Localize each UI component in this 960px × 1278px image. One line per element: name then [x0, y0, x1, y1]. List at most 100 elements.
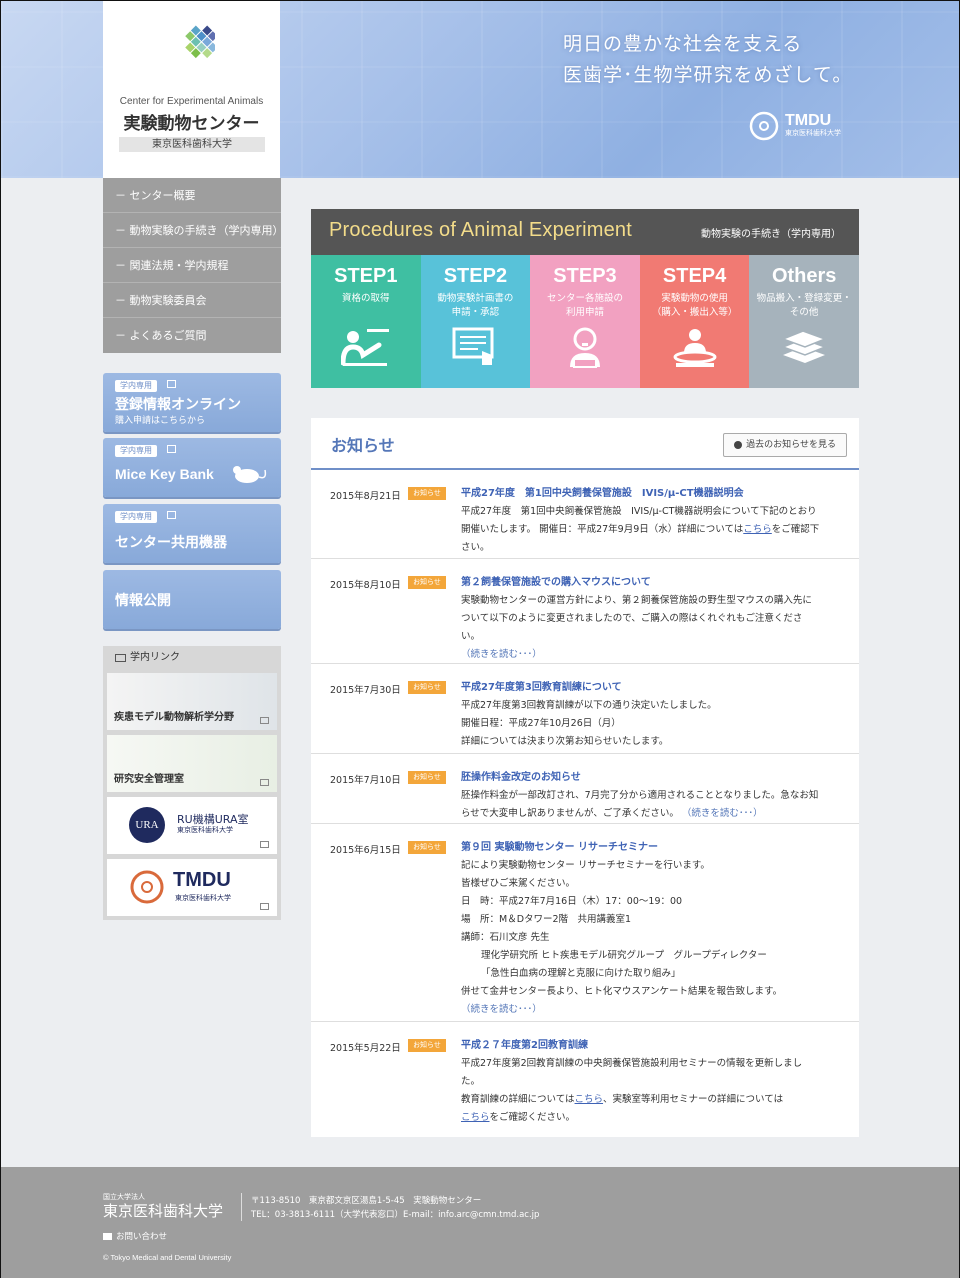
news-category-badge: お知らせ: [408, 487, 446, 500]
news-line: た。: [461, 1076, 481, 1087]
nav-item-committee[interactable]: － 動物実験委員会: [103, 283, 281, 318]
news-line: こちらをご確認ください。: [461, 1109, 843, 1127]
step-label: Others: [771, 265, 837, 287]
tmdu-subtext: 東京医科歯科大学: [785, 129, 841, 137]
mouse-icon: [233, 466, 267, 483]
news-inline-link[interactable]: こちら: [575, 1094, 604, 1105]
news-date: 2015年7月30日: [330, 685, 401, 696]
logo-english: Center for Experimental Animals: [119, 96, 264, 107]
news-item-title[interactable]: 平成27年度 第1回中央飼養保管施設 IVIS/μ-CT機器説明会: [461, 487, 843, 501]
news-inline-link[interactable]: こちら: [743, 524, 772, 535]
step-desc-line: 資格の取得: [342, 293, 390, 304]
books-stack-icon: [781, 330, 828, 363]
external-link-icon: [260, 841, 269, 848]
news-line: 「急性白血病の理解と克服に向けた取り組み」: [481, 968, 681, 979]
header-banner: Center for Experimental Animals 実験動物センター…: [1, 1, 959, 178]
banner-title: Mice Key Bank: [115, 466, 214, 482]
play-circle-icon: [734, 441, 743, 449]
step-4-tile[interactable]: STEP4 実験動物の使用 （購入・搬出入等）: [639, 255, 750, 388]
footer-address-line: 〒113-8510 東京都文京区湯島1-5-45 実験動物センター: [251, 1196, 482, 1206]
news-line: らせで大変申し訳ありませんが、ご了承ください。 （続きを読む･･･）: [461, 805, 843, 823]
news-line: 皆様ぜひご来駕ください。: [461, 878, 576, 889]
news-line: 平成27年度第2回教育訓練の中央飼養保管施設利用セミナーの情報を更新しまし: [461, 1058, 803, 1069]
step-2-tile[interactable]: STEP2 動物実験計画書の 申請・承認: [420, 255, 531, 388]
banner-shared-equipment[interactable]: 学内専用 センター共用機器: [103, 504, 281, 563]
step-1-tile[interactable]: STEP1 資格の取得: [311, 255, 421, 388]
news-item-title[interactable]: 第９回 実験動物センター リサーチセミナー: [461, 841, 843, 855]
procedures-header: Procedures of Animal Experiment 動物実験の手続き…: [311, 209, 859, 255]
read-more-link[interactable]: （続きを読む･･･）: [461, 1001, 843, 1019]
banner-title: 登録情報オンライン: [115, 397, 241, 413]
step-description: 物品搬入・登録変更・ その他: [749, 292, 859, 320]
step-description: センター各施設の 利用申請: [530, 292, 640, 320]
link-disease-model[interactable]: 疾患モデル動物解析学分野: [107, 673, 277, 730]
footer-contact-link[interactable]: お問い合わせ: [103, 1230, 167, 1242]
news-line: 平成27年度 第1回中央飼養保管施設 IVIS/μ-CT機器説明会について下記の…: [461, 506, 817, 517]
news-line: 開催日程：平成27年10月26日（月）: [461, 718, 621, 729]
external-link-icon: [260, 903, 269, 910]
footer-copyright: © Tokyo Medical and Dental University: [103, 1253, 232, 1262]
site-logo[interactable]: Center for Experimental Animals 実験動物センター…: [103, 1, 280, 178]
side-navigation: － センター概要 － 動物実験の手続き（学内専用） － 関連法規・学内規程 － …: [103, 178, 284, 353]
external-link-icon: [260, 717, 269, 724]
news-category-badge: お知らせ: [408, 771, 446, 784]
nav-item-regulations[interactable]: － 関連法規・学内規程: [103, 248, 281, 283]
news-item-body: 平成27年度第2回教育訓練の中央飼養保管施設利用セミナーの情報を更新しまし た。…: [461, 1055, 843, 1127]
news-text: 教育訓練の詳細については: [461, 1094, 575, 1105]
procedures-panel: Procedures of Animal Experiment 動物実験の手続き…: [311, 209, 859, 388]
step-3-tile[interactable]: STEP3 センター各施設の 利用申請: [530, 255, 640, 388]
read-more-link[interactable]: （続きを読む･･･）: [682, 808, 763, 819]
link-caption: 研究安全管理室: [114, 774, 184, 785]
news-item-title[interactable]: 第２飼養保管施設での購入マウスについて: [461, 576, 843, 590]
news-line: 詳細については決まり次第お知らせいたします。: [461, 736, 669, 747]
ura-logo-icon: URA: [129, 807, 165, 843]
link-subcaption: 東京医科歯科大学: [177, 826, 233, 834]
banner-tag: 学内専用: [115, 445, 157, 457]
news-item-body: 平成27年度第3回教育訓練が以下の通り決定いたしました。 開催日程：平成27年1…: [461, 697, 843, 751]
read-more-link[interactable]: （続きを読む･･･）: [461, 646, 843, 664]
news-text: 、実験室等利用セミナーの詳細については: [603, 1094, 784, 1105]
nav-item-procedures[interactable]: － 動物実験の手続き（学内専用）: [103, 213, 284, 248]
procedures-title-en: Procedures of Animal Experiment: [329, 219, 633, 241]
banner-mice-key-bank[interactable]: 学内専用 Mice Key Bank: [103, 438, 281, 497]
news-panel: お知らせ 過去のお知らせを見る 2015年8月21日 お知らせ 平成27年度 第…: [311, 418, 859, 1137]
nav-item-overview[interactable]: － センター概要: [103, 178, 281, 213]
news-item: 2015年7月10日 お知らせ 胚操作料金改定のお知らせ 胚操作料金が一部改訂さ…: [311, 754, 859, 824]
news-header: お知らせ 過去のお知らせを見る: [311, 418, 859, 470]
news-inline-link[interactable]: こちら: [461, 1112, 490, 1123]
news-item-body: 胚操作料金が一部改訂され、7月完了分から適用されることとなりました。急なお知 ら…: [461, 787, 843, 823]
news-date: 2015年5月22日: [330, 1043, 401, 1054]
news-line: 日 時：平成27年7月16日（木）17：00～19：00: [461, 896, 683, 907]
news-line: 教育訓練の詳細についてはこちら、実験室等利用セミナーの詳細については: [461, 1091, 843, 1109]
banner-tag: 学内専用: [115, 511, 157, 523]
step-label: STEP3: [553, 265, 617, 287]
step-description: 実験動物の使用 （購入・搬出入等）: [640, 292, 750, 320]
news-category-badge: お知らせ: [408, 841, 446, 854]
news-text: らせで大変申し訳ありませんが、ご了承ください。: [461, 808, 679, 819]
banner-registration-online[interactable]: 学内専用 登録情報オンライン 購入申請はこちらから: [103, 373, 281, 432]
logo-japanese: 実験動物センター: [123, 114, 260, 134]
envelope-icon: [103, 1232, 112, 1240]
banner-title: センター共用機器: [115, 535, 227, 551]
link-research-safety[interactable]: 研究安全管理室: [107, 735, 277, 792]
news-line: 場 所：M＆Dタワー2階 共用講義室1: [461, 914, 632, 925]
step-desc-line: （購入・搬出入等）: [651, 307, 738, 318]
banner-information-disclosure[interactable]: 情報公開: [103, 570, 281, 629]
step-label: STEP1: [334, 265, 398, 287]
step-others-tile[interactable]: Others 物品搬入・登録変更・ その他: [749, 255, 859, 388]
procedures-title-ja: 動物実験の手続き（学内専用）: [701, 229, 841, 240]
link-tmdu[interactable]: TMDU 東京医科歯科大学: [107, 859, 277, 916]
news-archive-button[interactable]: 過去のお知らせを見る: [723, 433, 847, 457]
lecturer-icon: [340, 329, 389, 366]
external-link-icon: [167, 445, 176, 453]
footer-university-name[interactable]: 東京医科歯科大学: [103, 1200, 223, 1221]
news-category-badge: お知らせ: [408, 681, 446, 694]
news-item-title[interactable]: 平成27年度第3回教育訓練について: [461, 681, 843, 695]
link-ura[interactable]: URA RU機構URA室 東京医科歯科大学: [107, 797, 277, 854]
news-line: 実験動物センターの運営方針により、第２飼養保管施設の野生型マウスの購入先に: [461, 595, 812, 606]
nav-item-faq[interactable]: － よくあるご質問: [103, 318, 281, 353]
news-item-title[interactable]: 胚操作料金改定のお知らせ: [461, 771, 843, 785]
news-date: 2015年8月10日: [330, 580, 401, 591]
news-item-title[interactable]: 平成２７年度第2回教育訓練: [461, 1039, 843, 1053]
news-line: さい。: [461, 542, 490, 553]
